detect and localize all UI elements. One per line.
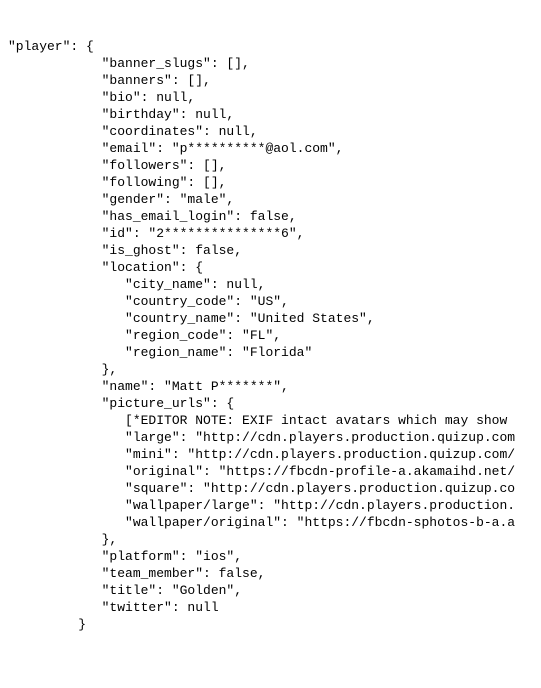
code-line: "has_email_login": false, <box>8 208 533 225</box>
code-line: "mini": "http://cdn.players.production.q… <box>8 446 533 463</box>
code-line: "wallpaper/original": "https://fbcdn-sph… <box>8 514 533 531</box>
code-line: "email": "p**********@aol.com", <box>8 140 533 157</box>
code-block: "player": { "banner_slugs": [], "banners… <box>8 38 533 633</box>
code-line: "wallpaper/large": "http://cdn.players.p… <box>8 497 533 514</box>
code-line: "platform": "ios", <box>8 548 533 565</box>
code-line: }, <box>8 531 533 548</box>
code-line: "picture_urls": { <box>8 395 533 412</box>
code-line: "bio": null, <box>8 89 533 106</box>
code-line: "following": [], <box>8 174 533 191</box>
code-line: "original": "https://fbcdn-profile-a.aka… <box>8 463 533 480</box>
code-line: "birthday": null, <box>8 106 533 123</box>
code-line: "title": "Golden", <box>8 582 533 599</box>
code-line: "region_code": "FL", <box>8 327 533 344</box>
code-line: "country_name": "United States", <box>8 310 533 327</box>
code-line: "team_member": false, <box>8 565 533 582</box>
code-line: "twitter": null <box>8 599 533 616</box>
code-line: "country_code": "US", <box>8 293 533 310</box>
code-line: "location": { <box>8 259 533 276</box>
code-line: "city_name": null, <box>8 276 533 293</box>
code-line: "followers": [], <box>8 157 533 174</box>
code-line: "region_name": "Florida" <box>8 344 533 361</box>
code-line: "name": "Matt P*******", <box>8 378 533 395</box>
code-line: [*EDITOR NOTE: EXIF intact avatars which… <box>8 412 533 429</box>
code-line: "coordinates": null, <box>8 123 533 140</box>
code-line: "player": { <box>8 38 533 55</box>
code-line: "banner_slugs": [], <box>8 55 533 72</box>
code-line: "square": "http://cdn.players.production… <box>8 480 533 497</box>
code-line: "id": "2***************6", <box>8 225 533 242</box>
code-line: } <box>8 616 533 633</box>
code-line: "large": "http://cdn.players.production.… <box>8 429 533 446</box>
code-line: "gender": "male", <box>8 191 533 208</box>
code-line: }, <box>8 361 533 378</box>
code-line: "is_ghost": false, <box>8 242 533 259</box>
code-line: "banners": [], <box>8 72 533 89</box>
